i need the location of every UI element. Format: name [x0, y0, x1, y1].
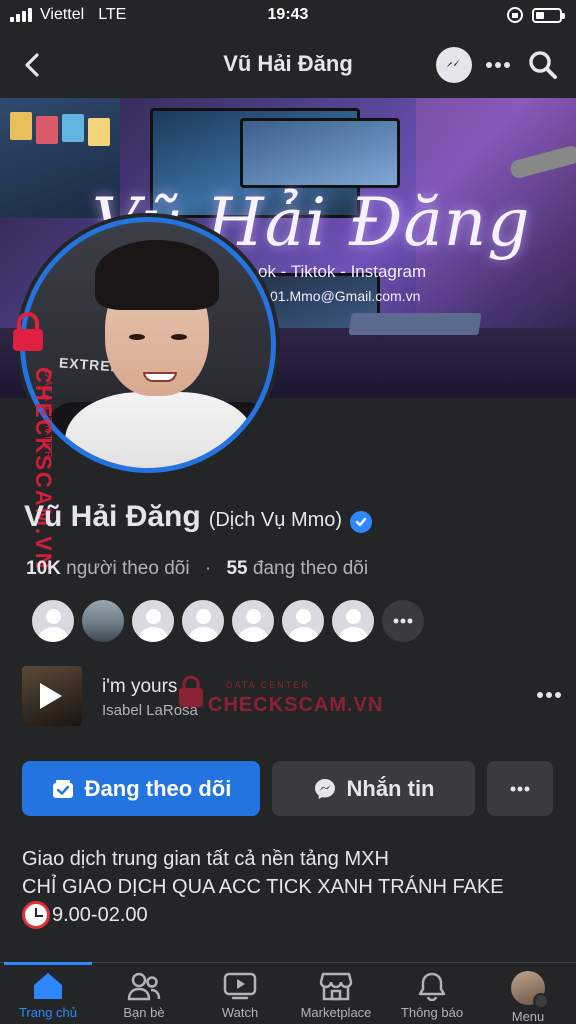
eye [129, 334, 145, 340]
smile [143, 372, 177, 382]
song-title: i'm yours [102, 676, 178, 697]
friends-icon [127, 972, 161, 1001]
bell-icon [418, 972, 446, 1001]
watermark-sub: DATA CENTER [42, 370, 53, 461]
alarm-clock-icon [22, 901, 50, 929]
more-dots-icon [393, 618, 413, 624]
message-button[interactable]: Nhắn tin [272, 761, 475, 816]
hair [95, 240, 219, 310]
follow-stats: 10K người theo dõi · 55 đang theo dõi [26, 558, 368, 580]
clock: 19:43 [267, 6, 309, 23]
poster [36, 116, 58, 144]
play-icon [40, 683, 62, 709]
orientation-lock-icon [507, 7, 523, 23]
follower-avatar[interactable] [230, 598, 276, 644]
tab-label: Watch [221, 1005, 259, 1020]
profile-bio: Giao dịch trung gian tất cả nền tảng MXH… [22, 845, 552, 929]
watermark-horizontal: DATA CENTER CHECKSCAM.VN [176, 670, 382, 720]
tab-watch[interactable]: Watch [192, 971, 288, 1020]
verified-badge-icon [350, 511, 373, 533]
more-followers-button[interactable] [380, 598, 426, 644]
tab-label: Marketplace [300, 1005, 372, 1020]
poster [88, 118, 110, 146]
eye [171, 334, 187, 340]
tab-home[interactable]: Trang chủ [0, 971, 96, 1020]
follower-avatar[interactable] [80, 598, 126, 644]
followers-label[interactable]: người theo dõi [66, 558, 189, 579]
lock-icon [13, 312, 43, 351]
follower-avatar[interactable] [130, 598, 176, 644]
follower-avatar[interactable] [280, 598, 326, 644]
search-icon[interactable] [527, 49, 559, 81]
bottom-tab-bar: Trang chủ Bạn bè Watch Marketplace Thông… [0, 962, 576, 1024]
cover-tagline: ok - Tiktok - Instagram [258, 262, 427, 281]
menu-avatar [511, 971, 549, 1009]
status-bar: Viettel LTE 19:43 [0, 0, 576, 32]
marketplace-icon [319, 972, 353, 1001]
tab-notifications[interactable]: Thông báo [384, 971, 480, 1020]
watch-icon [223, 972, 257, 1000]
monitor [240, 118, 400, 188]
more-dots-icon [510, 786, 530, 791]
separator-dot: · [204, 558, 212, 579]
following-count[interactable]: 55 [226, 558, 247, 579]
tab-label: Thông báo [400, 1005, 464, 1020]
tab-friends[interactable]: Bạn bè [96, 971, 192, 1020]
messenger-icon [314, 778, 335, 799]
keyboard [348, 313, 482, 335]
messenger-button[interactable] [436, 47, 472, 83]
bio-line: CHỈ GIAO DỊCH QUA ACC TICK XANH TRÁNH FA… [22, 876, 504, 898]
album-art[interactable] [22, 666, 82, 726]
profile-subtitle: (Dịch Vụ Mmo) [208, 509, 343, 531]
profile-name-row: Vũ Hải Đăng (Dịch Vụ Mmo) [24, 500, 373, 534]
active-tab-indicator [4, 962, 92, 965]
bio-line: Giao dịch trung gian tất cả nền tảng MXH [22, 848, 389, 870]
tab-label: Bạn bè [123, 1005, 165, 1020]
top-nav: Vũ Hải Đăng [0, 32, 576, 98]
message-button-label: Nhắn tin [346, 775, 435, 801]
shirt [65, 392, 255, 468]
follower-avatar[interactable] [30, 598, 76, 644]
home-icon [34, 973, 62, 999]
following-button-label: Đang theo dõi [84, 775, 232, 801]
follower-avatar[interactable] [330, 598, 376, 644]
bio-hours: 9.00-02.00 [22, 901, 552, 929]
watermark-brand: CHECKSCAM.VN [208, 694, 384, 716]
more-options-icon[interactable] [484, 56, 512, 74]
mutual-followers [30, 598, 426, 644]
battery-icon [532, 7, 565, 23]
tab-label: Trang chủ [18, 1005, 78, 1020]
tab-label: Menu [511, 1009, 545, 1024]
bio-hours-text: 9.00-02.00 [52, 904, 148, 926]
more-actions-button[interactable] [487, 761, 553, 816]
menu-hamburger-icon [533, 993, 549, 1009]
following-label[interactable]: đang theo dõi [253, 558, 368, 579]
tab-marketplace[interactable]: Marketplace [288, 971, 384, 1020]
poster [62, 114, 84, 142]
tab-menu[interactable]: Menu [480, 971, 576, 1024]
watermark-sub: DATA CENTER [226, 680, 310, 690]
following-button[interactable]: Đang theo dõi [22, 761, 260, 816]
music-more-icon[interactable] [536, 686, 562, 704]
followers-count[interactable]: 10K [26, 558, 61, 579]
follower-avatar[interactable] [180, 598, 226, 644]
profile-name: Vũ Hải Đăng [24, 500, 201, 533]
following-check-icon [52, 779, 73, 798]
messenger-icon [446, 59, 460, 68]
lock-icon [179, 675, 203, 707]
cover-email: 01.Mmo@Gmail.com.vn [270, 288, 421, 304]
poster [10, 112, 32, 140]
